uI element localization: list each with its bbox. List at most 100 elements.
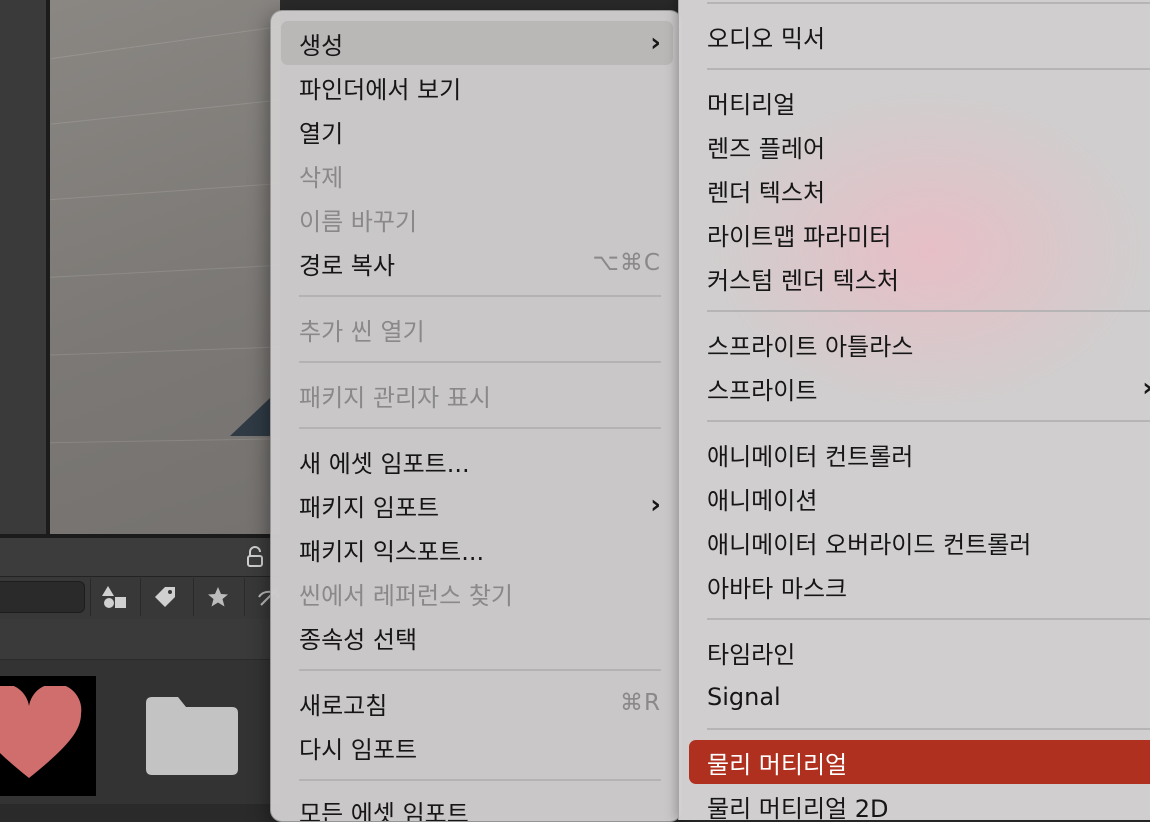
menu-item-label: 삭제 [299, 158, 661, 193]
menu-separator [299, 295, 661, 297]
submenu-item-label: 아바타 마스크 [707, 569, 1150, 604]
menu-item-label: 패키지 임포트 [299, 488, 650, 523]
tag-icon[interactable] [140, 578, 189, 616]
submenu-item-label: 물리 머티리얼 [707, 745, 1150, 780]
grid-line [50, 181, 280, 200]
asset-heart[interactable] [0, 676, 96, 796]
menu-separator [707, 728, 1150, 730]
submenu-item-label: Signal [707, 683, 1150, 711]
chevron-right-icon: › [650, 490, 661, 520]
submenu-item-label: 타임라인 [707, 635, 1150, 670]
submenu-item-physic-material[interactable]: 물리 머티리얼 [689, 740, 1150, 784]
submenu-item-label: 렌더 텍스처 [707, 173, 1150, 208]
submenu-item-label: 머티리얼 [707, 85, 1150, 120]
menu-item-label: 경로 복사 [299, 246, 592, 281]
menu-separator [707, 618, 1150, 620]
chevron-right-icon: › [650, 28, 661, 58]
submenu-item-animator-override-controller[interactable]: 애니메이터 오버라이드 컨트롤러 [689, 520, 1150, 564]
create-submenu: 오디오 믹서 머티리얼 렌즈 플레어 렌더 텍스처 라이트맵 파라미터 커스텀 … [678, 0, 1150, 820]
hierarchy-panel-edge [0, 0, 48, 534]
submenu-item-label: 애니메이터 오버라이드 컨트롤러 [707, 525, 1150, 560]
submenu-item-render-texture[interactable]: 렌더 텍스처 [689, 168, 1150, 212]
menu-item-label: 이름 바꾸기 [299, 202, 661, 237]
submenu-item-label: 라이트맵 파라미터 [707, 217, 1150, 252]
grid-line [50, 345, 280, 355]
menu-item-label: 생성 [299, 26, 650, 61]
submenu-item-lens-flare[interactable]: 렌즈 플레어 [689, 124, 1150, 168]
project-breadcrumb-bar [0, 619, 280, 660]
project-search-input[interactable] [0, 581, 85, 613]
menu-item-open-additive-scene[interactable]: 추가 씬 열기 [281, 307, 673, 351]
menu-item-label: 모든 에셋 임포트 [299, 794, 661, 822]
submenu-item-physics-material-2d[interactable]: 물리 머티리얼 2D [689, 784, 1150, 820]
chevron-right-icon: › [1142, 373, 1150, 403]
shortcut-label: ⌥⌘C [592, 250, 661, 276]
submenu-item-label: 오디오 믹서 [707, 19, 1150, 54]
menu-item-reimport[interactable]: 다시 임포트 [281, 725, 673, 769]
submenu-item-label: 커스텀 렌더 텍스처 [707, 261, 1150, 296]
submenu-item-label: 물리 머티리얼 2D [707, 789, 1150, 821]
submenu-item-timeline[interactable]: 타임라인 [689, 630, 1150, 674]
star-icon[interactable] [193, 578, 242, 616]
heart-icon [0, 686, 89, 786]
lock-icon[interactable] [244, 546, 266, 568]
menu-item-label: 열기 [299, 114, 661, 149]
menu-item-find-references[interactable]: 씬에서 레퍼런스 찾기 [281, 571, 673, 615]
scene-view[interactable] [50, 0, 280, 534]
menu-item-label: 새 에셋 임포트... [299, 444, 661, 479]
submenu-item-label: 스프라이트 아틀라스 [707, 327, 1150, 362]
menu-item-label: 종속성 선택 [299, 620, 661, 655]
submenu-item-audio-mixer[interactable]: 오디오 믹서 [689, 14, 1150, 58]
submenu-item-custom-render-texture[interactable]: 커스텀 렌더 텍스처 [689, 256, 1150, 300]
menu-item-import-new-asset[interactable]: 새 에셋 임포트... [281, 439, 673, 483]
menu-separator [707, 2, 1150, 4]
submenu-item-sprite-atlas[interactable]: 스프라이트 아틀라스 [689, 322, 1150, 366]
project-toolbar [0, 538, 280, 578]
submenu-item-lightmap-parameters[interactable]: 라이트맵 파라미터 [689, 212, 1150, 256]
menu-item-label: 다시 임포트 [299, 730, 661, 765]
menu-separator [707, 310, 1150, 312]
menu-item-label: 새로고침 [299, 686, 620, 721]
menu-item-reimport-all[interactable]: 모든 에셋 임포트 [281, 789, 673, 822]
submenu-item-label: 애니메이터 컨트롤러 [707, 437, 1150, 472]
submenu-item-material[interactable]: 머티리얼 [689, 80, 1150, 124]
menu-item-import-package[interactable]: 패키지 임포트 › [281, 483, 673, 527]
menu-separator [707, 420, 1150, 422]
menu-item-label: 패키지 관리자 표시 [299, 378, 661, 413]
grid-line [50, 263, 280, 278]
grid-line [51, 96, 280, 124]
menu-item-copy-path[interactable]: 경로 복사 ⌥⌘C [281, 241, 673, 285]
shortcut-label: ⌘R [620, 690, 661, 716]
menu-item-label: 추가 씬 열기 [299, 312, 661, 347]
menu-separator [299, 669, 661, 671]
menu-item-select-dependencies[interactable]: 종속성 선택 [281, 615, 673, 659]
menu-item-export-package[interactable]: 패키지 익스포트... [281, 527, 673, 571]
submenu-item-signal[interactable]: Signal [689, 675, 1150, 719]
scene-object[interactable] [230, 398, 270, 436]
menu-item-create[interactable]: 생성 › [281, 21, 673, 65]
asset-folder[interactable] [142, 695, 240, 781]
menu-item-show-package-manager[interactable]: 패키지 관리자 표시 [281, 373, 673, 417]
submenu-item-sprites[interactable]: 스프라이트 › [689, 366, 1150, 410]
menu-separator [299, 361, 661, 363]
menu-separator [707, 68, 1150, 70]
menu-item-rename[interactable]: 이름 바꾸기 [281, 197, 673, 241]
context-menu: 생성 › 파인더에서 보기 열기 삭제 이름 바꾸기 경로 복사 ⌥⌘C 추가 … [270, 10, 682, 822]
submenu-item-label: 애니메이션 [707, 481, 1150, 516]
menu-separator [299, 427, 661, 429]
menu-separator [299, 779, 661, 781]
menu-item-delete[interactable]: 삭제 [281, 153, 673, 197]
menu-item-label: 파인더에서 보기 [299, 70, 661, 105]
submenu-item-label: 스프라이트 [707, 371, 1142, 406]
grid-line [50, 438, 280, 444]
menu-item-show-in-finder[interactable]: 파인더에서 보기 [281, 65, 673, 109]
submenu-item-animation[interactable]: 애니메이션 [689, 476, 1150, 520]
submenu-item-animator-controller[interactable]: 애니메이터 컨트롤러 [689, 432, 1150, 476]
shapes-icon[interactable] [90, 578, 139, 616]
menu-item-refresh[interactable]: 새로고침 ⌘R [281, 681, 673, 725]
menu-item-label: 패키지 익스포트... [299, 532, 661, 567]
grid-line [51, 22, 280, 59]
folder-icon [142, 695, 240, 777]
menu-item-open[interactable]: 열기 [281, 109, 673, 153]
submenu-item-avatar-mask[interactable]: 아바타 마스크 [689, 564, 1150, 608]
